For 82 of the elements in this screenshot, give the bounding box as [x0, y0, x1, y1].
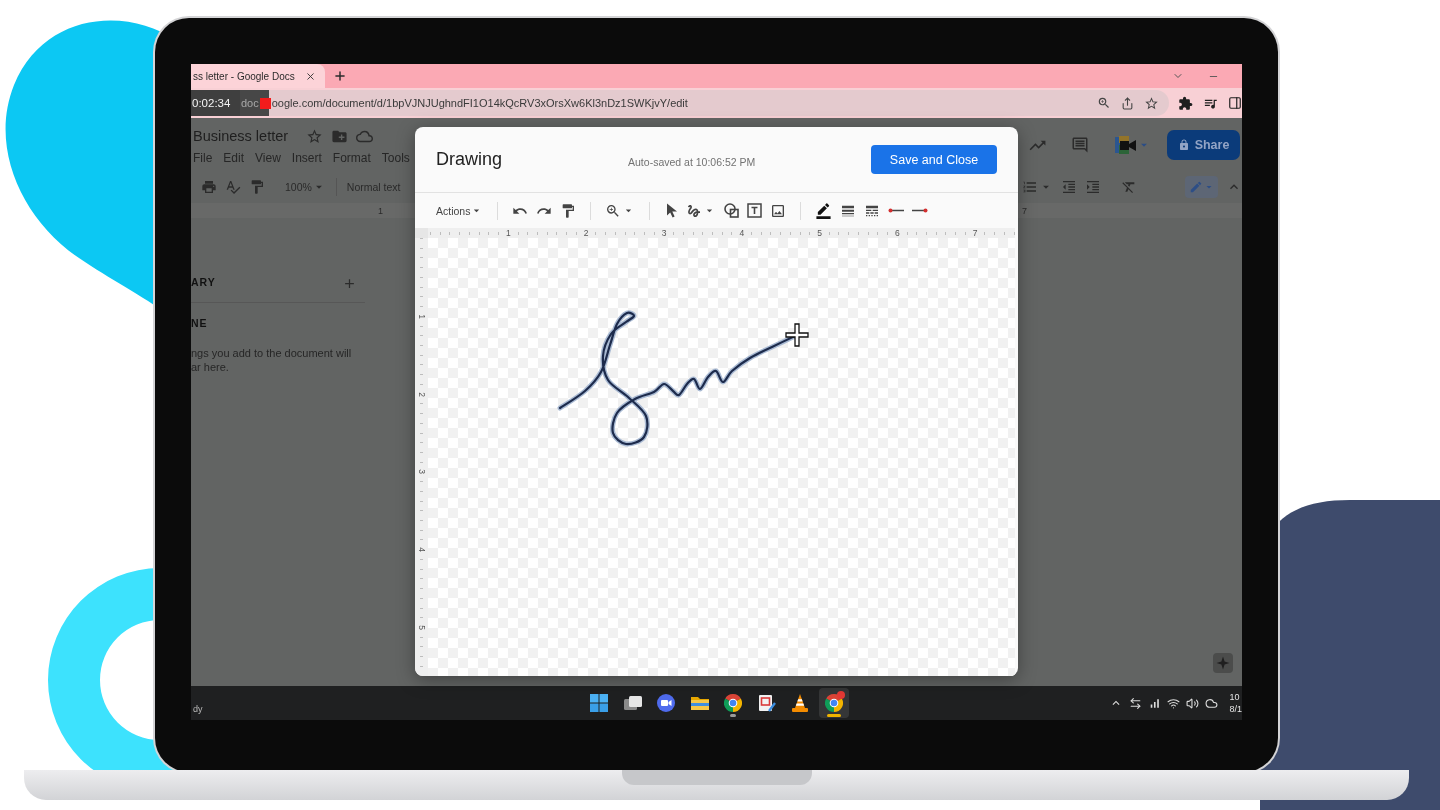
arrows-icon[interactable]	[1129, 696, 1143, 710]
ruler-number: 2	[583, 228, 589, 238]
clock-time: 10	[1229, 691, 1241, 703]
menu-item[interactable]: View	[255, 151, 281, 165]
menu-item[interactable]: Edit	[223, 151, 245, 165]
status-text: dy	[193, 704, 203, 714]
sparkle-icon[interactable]	[1213, 653, 1233, 673]
indent-increase-icon[interactable]	[1085, 179, 1101, 195]
lock-icon	[1177, 139, 1190, 151]
clear-format-icon[interactable]	[1121, 179, 1137, 195]
shapes-icon[interactable]	[724, 203, 740, 218]
ruler-number: 2	[417, 391, 426, 397]
pen-icon[interactable]	[815, 202, 833, 219]
ruler-number: 5	[417, 625, 426, 630]
indent-decrease-icon[interactable]	[1061, 179, 1077, 195]
ruler-number: 6	[895, 228, 900, 238]
video-chat-icon[interactable]	[657, 694, 676, 712]
close-icon[interactable]	[305, 70, 316, 82]
pencil-icon	[1188, 180, 1203, 194]
browser-icon[interactable]	[724, 694, 743, 712]
speaker-icon[interactable]	[1186, 696, 1200, 710]
share-button[interactable]: Share	[1167, 130, 1240, 160]
stop-square-icon	[259, 97, 271, 109]
zoom-in-icon[interactable]	[1097, 96, 1111, 110]
menu-item[interactable]: Insert	[291, 151, 322, 165]
pointer-icon[interactable]	[666, 203, 679, 218]
browser-tab[interactable]: ss letter - Google Docs	[191, 64, 325, 88]
crosshair-cursor-icon	[785, 323, 809, 347]
overlapping-windows-icon[interactable]	[623, 694, 642, 712]
clock-date: 8/1	[1229, 703, 1242, 715]
signal-bars-icon[interactable]	[1148, 696, 1162, 710]
url-text: doc	[239, 97, 259, 109]
traffic-cone-icon[interactable]	[791, 694, 810, 712]
menu-item[interactable]: File	[193, 151, 213, 165]
windows-logo-icon[interactable]	[590, 694, 609, 712]
recording-timer: 0:02:34	[191, 90, 240, 116]
line-end-icon[interactable]	[912, 208, 929, 213]
section-heading: ARY	[191, 276, 216, 288]
document-title[interactable]: Business letter	[193, 128, 289, 144]
crop-frame-icon[interactable]	[757, 694, 776, 712]
actions-menu-button[interactable]: Actions	[436, 204, 484, 217]
zoom-in-icon[interactable]	[605, 202, 622, 219]
ruler-number: 5	[817, 228, 822, 238]
wifi-icon[interactable]	[1167, 696, 1181, 710]
side-panel-icon[interactable]	[1228, 96, 1242, 110]
url-text: oogle.com/document/d/1bpVJNJUghndFI1O14kQcRV3xOrsXw6Kl3nDz1SWKjvY/edit	[270, 97, 688, 109]
star-icon[interactable]	[1144, 95, 1159, 111]
cloud-icon[interactable]	[1205, 696, 1219, 710]
autosave-status: Auto-saved at 10:06:52 PM	[628, 155, 756, 168]
spellcheck-icon[interactable]	[225, 179, 241, 195]
paint-roller-icon[interactable]	[560, 202, 577, 219]
print-icon[interactable]	[201, 179, 217, 195]
video-camera-icon[interactable]	[1115, 136, 1137, 154]
menu-item[interactable]: Format	[332, 151, 371, 165]
section-heading: NE	[191, 317, 208, 329]
ruler-number: 1	[417, 313, 426, 319]
browser-icon[interactable]	[824, 694, 843, 712]
ruler-number: 1	[506, 228, 511, 238]
image-icon[interactable]	[770, 202, 787, 219]
scribble-icon[interactable]	[686, 202, 703, 219]
plus-icon[interactable]	[333, 69, 347, 83]
address-field[interactable]: doc oogle.com/document/d/1bpVJNJUghndFI1O14kQcRV3xOrsXw6Kl3nDz1SWKjvY/edit	[239, 90, 1169, 116]
comment-icon[interactable]	[1071, 136, 1089, 154]
ruler-number: 3	[417, 469, 426, 475]
ruler-number: 7	[972, 228, 978, 238]
star-icon[interactable]	[306, 127, 324, 145]
folder-icon[interactable]	[690, 694, 709, 712]
ruler-number: 3	[661, 228, 667, 238]
taskbar-button[interactable]	[818, 688, 849, 718]
ruler-number: 4	[739, 228, 745, 238]
line-start-icon[interactable]	[888, 208, 905, 213]
ruler-number: 4	[417, 547, 426, 553]
style-dropdown[interactable]: Normal text	[346, 181, 401, 193]
text-box-icon[interactable]	[747, 203, 763, 218]
outline-hint-text: ngs you add to the document will ar here.	[191, 346, 353, 374]
dialog-title: Drawing	[436, 149, 503, 170]
share-icon[interactable]	[1121, 96, 1134, 110]
ruler-number: 1	[378, 205, 383, 216]
puzzle-piece-icon[interactable]	[1178, 95, 1193, 111]
save-and-close-button[interactable]: Save and Close	[871, 145, 997, 174]
clock[interactable]: 10 8/1	[1229, 691, 1242, 715]
menu-item[interactable]: Tools	[381, 151, 410, 165]
